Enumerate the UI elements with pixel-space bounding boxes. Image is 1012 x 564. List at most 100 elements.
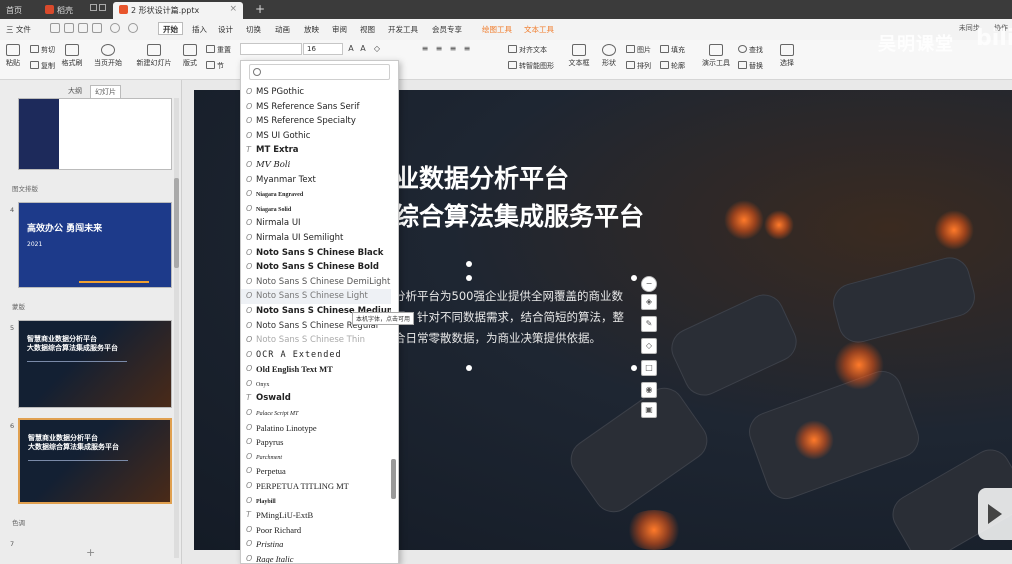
export-icon[interactable] bbox=[64, 23, 74, 33]
menu-file[interactable]: 三 文件 bbox=[6, 23, 31, 36]
menu-transition[interactable]: 切换 bbox=[246, 23, 261, 36]
undo-icon[interactable] bbox=[110, 23, 120, 33]
border-icon[interactable]: □ bbox=[641, 360, 657, 376]
menu-animation[interactable]: 动画 bbox=[275, 23, 290, 36]
print-icon[interactable] bbox=[78, 23, 88, 33]
slide-body-text[interactable]: 分析平台为500强企业提供全网覆盖的商业数据，针对不同数据需求，结合简短的算法，… bbox=[394, 286, 634, 349]
slide-thumbnail[interactable] bbox=[18, 98, 172, 170]
preview-icon[interactable] bbox=[92, 23, 102, 33]
picture-button[interactable]: 图片 bbox=[626, 45, 651, 55]
reset-button[interactable]: 重置 bbox=[206, 45, 231, 55]
menu-design[interactable]: 设计 bbox=[218, 23, 233, 36]
font-item[interactable]: O OCR A Extended bbox=[241, 348, 391, 363]
font-item[interactable]: O MS Reference Specialty bbox=[241, 114, 391, 129]
font-size-combobox[interactable]: 16 bbox=[303, 43, 343, 55]
font-item[interactable]: O Old English Text MT bbox=[241, 362, 391, 377]
font-item[interactable]: O Noto Sans S Chinese Thin bbox=[241, 333, 391, 348]
menu-insert[interactable]: 插入 bbox=[192, 23, 207, 36]
textbox-button[interactable]: 文本框 bbox=[566, 44, 592, 68]
scrollbar-handle[interactable] bbox=[174, 178, 179, 268]
font-item[interactable]: O Pristina bbox=[241, 537, 391, 552]
menu-review[interactable]: 审阅 bbox=[332, 23, 347, 36]
resize-handle[interactable] bbox=[466, 275, 472, 281]
slide-thumbnail-selected[interactable]: 智慧商业数据分析平台 大数据综合算法集成服务平台 bbox=[18, 418, 172, 504]
layout-button[interactable]: 版式 bbox=[180, 44, 200, 68]
line-spacing-icon[interactable]: ≡ bbox=[462, 44, 472, 54]
save-icon[interactable] bbox=[50, 23, 60, 33]
add-slide-button[interactable]: + bbox=[86, 546, 95, 559]
font-item[interactable]: O PERPETUA TITLING MT bbox=[241, 479, 391, 494]
section-label[interactable]: 图文排版 bbox=[12, 183, 38, 193]
tab-outline[interactable]: 大纲 bbox=[64, 85, 86, 97]
font-item[interactable]: O Papyrus bbox=[241, 435, 391, 450]
layers-icon[interactable]: ◈ bbox=[641, 294, 657, 310]
font-item[interactable]: O MS Reference Sans Serif bbox=[241, 100, 391, 115]
font-item[interactable]: O Noto Sans S Chinese Black bbox=[241, 246, 391, 261]
collapse-icon[interactable]: − bbox=[641, 276, 657, 292]
slide-thumbnail[interactable]: 高效办公 勇闯未来 2021 bbox=[18, 202, 172, 288]
font-item[interactable]: O Parchment bbox=[241, 450, 391, 465]
new-slide-button[interactable]: 新建幻灯片 bbox=[134, 44, 174, 68]
font-search-box[interactable] bbox=[249, 64, 390, 80]
play-icon[interactable] bbox=[978, 488, 1012, 540]
font-item[interactable]: O Myanmar Text bbox=[241, 173, 391, 188]
fill-button[interactable]: 填充 bbox=[660, 45, 685, 55]
format-painter-button[interactable]: 格式刷 bbox=[60, 44, 84, 68]
image-icon[interactable]: ▣ bbox=[641, 402, 657, 418]
bullets-icon[interactable]: ≡ bbox=[420, 44, 430, 54]
cut-button[interactable]: 剪切 bbox=[30, 45, 55, 55]
tab-home[interactable]: 首页 bbox=[0, 2, 38, 19]
menu-slideshow[interactable]: 放映 bbox=[304, 23, 319, 36]
numbering-icon[interactable]: ≡ bbox=[434, 44, 444, 54]
tab-slides[interactable]: 幻灯片 bbox=[90, 85, 121, 99]
font-item[interactable]: O Noto Sans S Chinese Light bbox=[241, 289, 391, 304]
resize-handle[interactable] bbox=[631, 275, 637, 281]
font-item[interactable]: O Noto Sans S Chinese Bold bbox=[241, 260, 391, 275]
font-item[interactable]: O Niagara Solid bbox=[241, 202, 391, 217]
font-search-input[interactable] bbox=[266, 67, 384, 78]
outline-button[interactable]: 轮廓 bbox=[660, 61, 685, 71]
font-item[interactable]: O Palace Script MT bbox=[241, 406, 391, 421]
resize-handle[interactable] bbox=[466, 365, 472, 371]
find-button[interactable]: 查找 bbox=[738, 45, 763, 55]
paste-button[interactable]: 粘贴 bbox=[4, 44, 22, 68]
indent-icon[interactable]: ≡ bbox=[448, 44, 458, 54]
convert-smartart-button[interactable]: 转智能图形 bbox=[508, 61, 554, 71]
menu-home[interactable]: 开始 bbox=[158, 22, 183, 35]
select-button[interactable]: 选择 bbox=[776, 44, 798, 68]
font-item[interactable]: O Poor Richard bbox=[241, 523, 391, 538]
section-label[interactable]: 蒙版 bbox=[12, 301, 25, 311]
font-item[interactable]: O Rage Italic bbox=[241, 552, 391, 563]
font-item[interactable]: O Noto Sans S Chinese DemiLight bbox=[241, 275, 391, 290]
font-item[interactable]: O MS UI Gothic bbox=[241, 129, 391, 144]
tab-document[interactable]: 2 形状设计篇.pptx × bbox=[113, 2, 243, 19]
font-item[interactable]: O Onyx bbox=[241, 377, 391, 392]
replace-button[interactable]: 替换 bbox=[738, 61, 763, 71]
font-item[interactable]: T PMingLiU-ExtB bbox=[241, 508, 391, 523]
font-item[interactable]: O Palatino Linotype bbox=[241, 421, 391, 436]
panel-scrollbar[interactable] bbox=[174, 98, 179, 558]
arrange-button[interactable]: 排列 bbox=[626, 61, 651, 71]
pen-icon[interactable]: ✎ bbox=[641, 316, 657, 332]
redo-icon[interactable] bbox=[128, 23, 138, 33]
font-item[interactable]: O MV Boli bbox=[241, 158, 391, 173]
presenter-tools-button[interactable]: 演示工具 bbox=[700, 44, 732, 68]
grow-font-icon[interactable]: A bbox=[346, 44, 356, 54]
resize-handle[interactable] bbox=[631, 365, 637, 371]
shape-button[interactable]: 形状 bbox=[598, 44, 620, 68]
section-button[interactable]: 节 bbox=[206, 61, 224, 71]
from-current-button[interactable]: 当页开始 bbox=[92, 44, 124, 68]
font-item[interactable]: O Niagara Engraved bbox=[241, 187, 391, 202]
font-item[interactable]: O Nirmala UI Semilight bbox=[241, 231, 391, 246]
menu-text-tools[interactable]: 文本工具 bbox=[524, 23, 554, 36]
fill-bucket-icon[interactable]: ◇ bbox=[641, 338, 657, 354]
font-name-combobox[interactable] bbox=[240, 43, 302, 55]
scrollbar-handle[interactable] bbox=[391, 459, 396, 499]
new-tab-button[interactable]: + bbox=[252, 2, 268, 17]
font-item[interactable]: T MT Extra bbox=[241, 143, 391, 158]
menu-dev-tools[interactable]: 开发工具 bbox=[388, 23, 418, 36]
font-item[interactable]: T Oswald bbox=[241, 391, 391, 406]
font-item[interactable]: O Playbill bbox=[241, 494, 391, 509]
shrink-font-icon[interactable]: A bbox=[358, 44, 368, 54]
align-text-button[interactable]: 对齐文本 bbox=[508, 45, 547, 55]
